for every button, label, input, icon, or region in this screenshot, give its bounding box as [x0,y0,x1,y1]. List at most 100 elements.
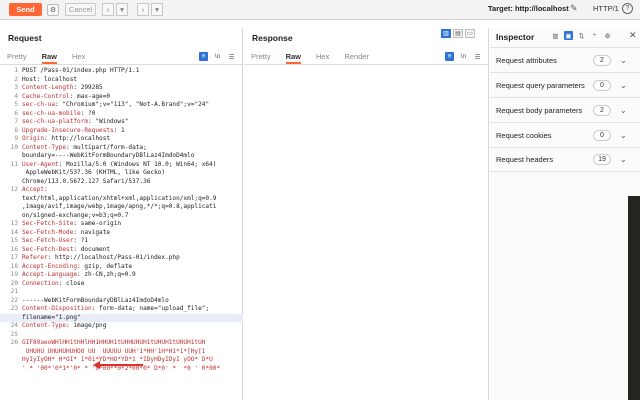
code-line: 25 [0,331,243,340]
line-text: Sec-Fetch-Mode: navigate [22,229,243,238]
chevron-down-icon[interactable]: ⌄ [620,106,627,115]
line-number: 22 [10,296,18,304]
tabs-layout-icon[interactable]: ▭ [465,29,475,38]
wrap-icon[interactable]: ≡ [445,52,454,61]
count-badge: 2 [593,104,611,116]
line-value: boundary=----WebKitFormBoundaryDBlLaz4Im… [22,152,195,159]
tab-raw[interactable]: Raw [41,51,58,64]
count-badge: 2 [593,54,611,66]
forward-icon[interactable]: › [137,3,149,16]
code-line: 15 Sec-Fetch-User: ?1 [0,237,243,246]
split-horizontal-icon[interactable]: ▥ [441,29,451,38]
line-number: 7 [14,118,18,125]
tab-hex[interactable]: Hex [316,51,329,64]
inspector-layout-icon[interactable]: ▥ [551,31,560,40]
arrow-head [93,361,100,369]
request-pane: Request Pretty Raw Hex ≡ \n ☰ 1 POST /Pas… [0,28,243,400]
line-value: : gzip, deflate [77,262,133,270]
header-key: sec-ch-ua-platform [22,118,89,125]
header-key: Content-Type [22,322,67,329]
inspector-layout-active-icon[interactable]: ▣ [564,31,573,40]
header-key: Sec-Fetch-Dest [22,245,74,253]
code-line: AppleWebKit/537.36 (KHTML, like Gecko) [0,169,243,178]
code-line: 16 Sec-Fetch-Dest: document [0,246,243,255]
wrap-icon[interactable]: ≡ [199,52,208,61]
layout-toggles: ▥ ▤ ▭ [439,29,475,38]
line-value: : 1 [113,126,125,134]
line-number: 23 [10,305,18,312]
line-value: : http://localhost [44,135,111,142]
inspector-row-cookies[interactable]: Request cookies 0 ⌄ [490,122,640,147]
line-number: 6 [14,109,18,117]
line-number [0,314,22,323]
line-text: Content-Type: multipart/form-data; [22,144,243,153]
code-line: 21 [0,288,243,297]
line-number: 24 [10,322,18,329]
inspector-rows: Request attributes 2 ⌄ Request query par… [490,47,640,172]
back-icon[interactable]: ‹ [102,3,114,16]
chevron-down-icon[interactable]: ⌄ [620,131,627,140]
line-text: Accept-Encoding: gzip, deflate [22,263,243,272]
inspector-row-label: Request query parameters [496,80,585,90]
line-value: text/html,application/xhtml+xml,applicat… [22,194,217,202]
split-vertical-icon[interactable]: ▤ [453,29,463,38]
chevron-down-icon[interactable]: ⌄ [620,81,627,90]
header-key: Referer [22,254,48,261]
line-text: Sec-Fetch-User: ?1 [22,237,243,246]
line-value: ,image/avif,image/webp,image/apng,*/*;q=… [22,203,217,210]
line-number [0,365,22,374]
gear-icon[interactable]: ⚙ [47,3,59,16]
line-number [0,152,22,161]
line-text: ------WebKitFormBoundaryDBlLaz4ImdoD4mlo [22,297,243,306]
tab-hex[interactable]: Hex [72,51,85,64]
menu-icon[interactable]: ☰ [473,52,482,61]
chevron-down-icon[interactable]: ⌄ [620,155,627,164]
collapse-icon[interactable]: ⇅ [577,31,586,40]
http-version-selector[interactable]: HTTP/1 [593,4,619,13]
history-nav: ‹ ▾ [102,3,128,16]
response-pane: Response Pretty Raw Hex Render ≡ \n ☰ [244,28,489,400]
forward-dropdown-icon[interactable]: ▾ [151,3,163,16]
line-text: Accept-Language: zh-CN,zh;q=0.9 [22,271,243,280]
header-key: sec-ch-ua-mobile [22,109,81,117]
line-number: 2 [14,75,18,83]
target-label: Target: http://localhost [488,4,569,13]
newline-icon[interactable]: \n [459,52,468,61]
line-text: Referer: http://localhost/Pass-01/index.… [22,254,243,263]
line-text: sec-ch-ua: "Chromium";v="113", "Not-A.Br… [22,101,243,110]
help-icon[interactable]: ? [622,3,633,14]
line-value: : image/png [66,322,107,329]
line-text: Origin: http://localhost [22,135,243,144]
expand-icon[interactable]: ÷ [590,31,599,40]
header-key: Content-Type [22,143,67,151]
tab-render[interactable]: Render [344,51,369,64]
line-number: 26 [10,339,18,346]
settings-icon[interactable]: ⚙ [603,31,612,40]
code-line: 8 Upgrade-Insecure-Requests: 1 [0,127,243,136]
line-number: 14 [10,228,18,236]
inspector-row-request-attributes[interactable]: Request attributes 2 ⌄ [490,47,640,72]
inspector-row-query-parameters[interactable]: Request query parameters 0 ⌄ [490,72,640,97]
close-icon[interactable]: ✕ [629,30,637,41]
request-title: Request [8,33,42,43]
inspector-row-headers[interactable]: Request headers 19 ⌄ [490,147,640,172]
tab-pretty[interactable]: Pretty [251,51,271,64]
request-editor[interactable]: 1 POST /Pass-01/index.php HTTP/1.1 2 Host: … [0,67,243,400]
line-text [22,331,243,340]
count-badge: 0 [593,129,611,141]
back-dropdown-icon[interactable]: ▾ [116,3,128,16]
send-button[interactable]: Send [9,3,42,16]
inspector-row-body-parameters[interactable]: Request body parameters 2 ⌄ [490,97,640,122]
menu-icon[interactable]: ☰ [227,52,236,61]
chevron-down-icon[interactable]: ⌄ [620,56,627,65]
line-number: 13 [10,220,18,227]
line-text: UHUHU UHUHUHUHOO UU UUUUU UUH'1*HH'1H*H1… [22,348,243,357]
inspector-pane: Inspector ▥ ▣ ⇅ ÷ ⚙ ✕ Request attributes… [490,28,640,400]
pencil-icon[interactable]: ✎ [570,3,578,14]
line-text: text/html,application/xhtml+xml,applicat… [22,195,243,204]
tab-pretty[interactable]: Pretty [7,51,27,64]
tab-raw[interactable]: Raw [285,51,302,64]
newline-icon[interactable]: \n [213,52,222,61]
line-text: Connection: close [22,280,243,289]
cancel-button[interactable]: Cancel [65,3,96,16]
